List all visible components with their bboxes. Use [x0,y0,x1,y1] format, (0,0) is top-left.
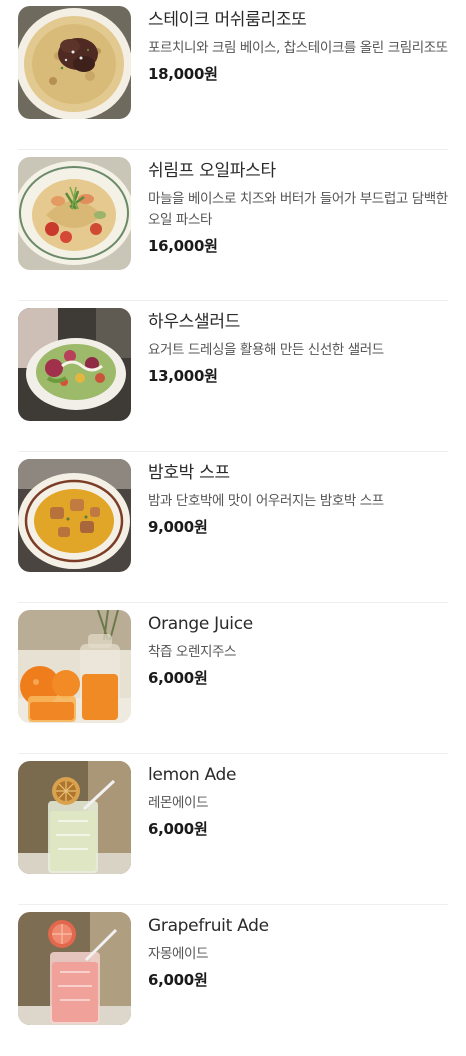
menu-item-description: 포르치니와 크림 베이스, 찹스테이크를 올린 크림리조또 [148,40,448,56]
menu-item-price: 6,000원 [148,669,208,687]
menu-item-grapefruit-ade[interactable]: Grapefruit Ade 자몽에이드 6,000원 [0,906,466,1056]
menu-item-sweet-pumpkin-soup[interactable]: 밤호박 스프 밤과 단호박에 맛이 어우러지는 밤호박 스프 9,000원 [0,453,466,603]
menu-item-price: 9,000원 [148,518,208,536]
menu-item-price: 18,000원 [148,65,218,83]
item-divider [18,300,448,301]
menu-item-name: Orange Juice [148,614,253,634]
grapefruit-ade-photo [18,912,131,1025]
menu-item-price: 6,000원 [148,971,208,989]
menu-list: 스테이크 머쉬룸리조또 포르치니와 크림 베이스, 찹스테이크를 올린 크림리조… [0,0,466,1032]
menu-item-name: 하우스샐러드 [148,312,241,332]
sweet-pumpkin-soup-photo [18,459,131,572]
menu-item-description: 레몬에이드 [148,795,209,811]
menu-item-price: 16,000원 [148,237,218,255]
menu-item-description: 밤과 단호박에 맛이 어우러지는 밤호박 스프 [148,493,384,509]
menu-item-lemon-ade[interactable]: lemon Ade 레몬에이드 6,000원 [0,755,466,905]
item-divider [18,451,448,452]
menu-item-name: 쉬림프 오일파스타 [148,161,276,181]
item-divider [18,753,448,754]
item-divider [18,904,448,905]
item-divider [18,602,448,603]
menu-item-orange-juice[interactable]: Orange Juice 착즙 오렌지주스 6,000원 [0,604,466,754]
menu-item-price: 6,000원 [148,820,208,838]
menu-item-description: 마늘을 베이스로 치즈와 버터가 들어가 부드럽고 담백한 오일 파스타 [148,191,448,228]
menu-item-name: Grapefruit Ade [148,916,269,936]
menu-item-steak-mushroom-risotto[interactable]: 스테이크 머쉬룸리조또 포르치니와 크림 베이스, 찹스테이크를 올린 크림리조… [0,0,466,150]
menu-item-description: 착즙 오렌지주스 [148,644,237,660]
house-salad-photo [18,308,131,421]
menu-item-name: 스테이크 머쉬룸리조또 [148,10,307,30]
item-divider [18,149,448,150]
menu-item-name: 밤호박 스프 [148,463,230,483]
menu-item-description: 자몽에이드 [148,946,209,962]
shrimp-oil-pasta-photo [18,157,131,270]
menu-item-description: 요거트 드레싱을 활용해 만든 신선한 샐러드 [148,342,384,358]
lemon-ade-photo [18,761,131,874]
menu-item-shrimp-oil-pasta[interactable]: 쉬림프 오일파스타 마늘을 베이스로 치즈와 버터가 들어가 부드럽고 담백한 … [0,151,466,301]
steak-mushroom-risotto-photo [18,6,131,119]
menu-item-price: 13,000원 [148,367,218,385]
menu-item-name: lemon Ade [148,765,237,785]
orange-juice-photo [18,610,131,723]
menu-item-house-salad[interactable]: 하우스샐러드 요거트 드레싱을 활용해 만든 신선한 샐러드 13,000원 [0,302,466,452]
